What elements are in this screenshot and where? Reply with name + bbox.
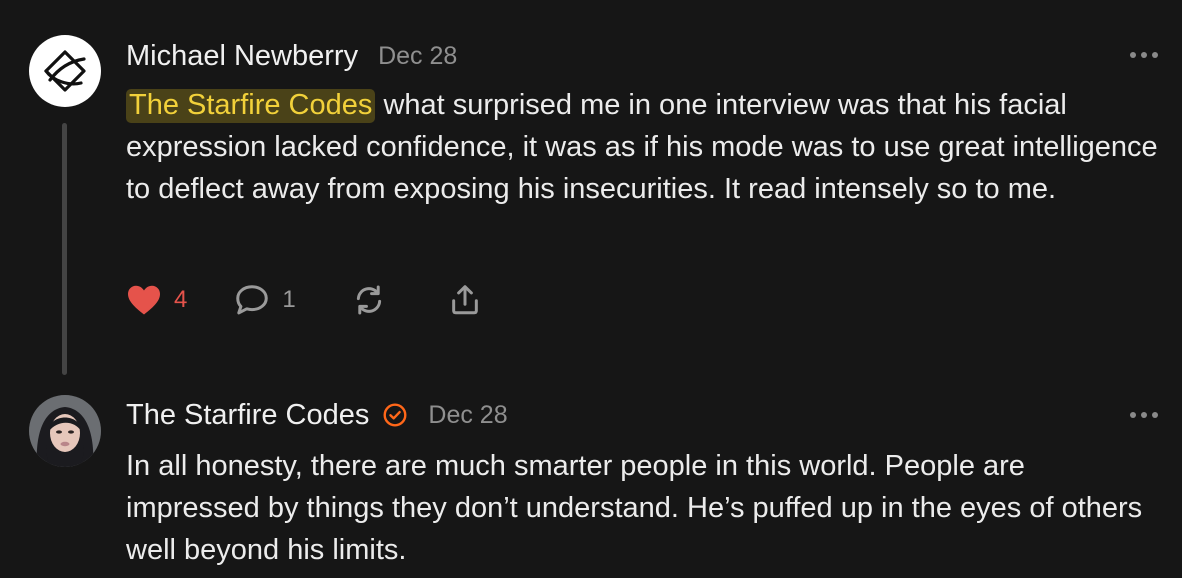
more-options-button[interactable] (1130, 50, 1158, 60)
comment-item: The Starfire Codes Dec 28 In all honesty… (0, 395, 1182, 578)
comment-date[interactable]: Dec 28 (378, 42, 457, 71)
comment-body: The Starfire Codes what surprised me in … (126, 84, 1166, 210)
reply-button[interactable]: 1 (234, 281, 296, 319)
like-button[interactable]: 4 (126, 281, 187, 319)
comment-bubble-icon (236, 285, 269, 315)
abstract-logo-icon (44, 50, 86, 92)
profile-photo (29, 395, 101, 467)
comment-actions: 4 1 (126, 281, 482, 319)
more-options-icon (1130, 52, 1136, 58)
user-mention[interactable]: The Starfire Codes (126, 89, 376, 123)
share-icon (451, 285, 478, 315)
comment-header: Michael Newberry Dec 28 (126, 38, 457, 74)
comment-date[interactable]: Dec 28 (428, 401, 507, 430)
reply-count: 1 (282, 286, 296, 313)
author-name[interactable]: Michael Newberry (126, 40, 358, 73)
restack-icon (356, 285, 381, 315)
more-options-button[interactable] (1130, 410, 1158, 420)
share-button[interactable] (448, 281, 482, 319)
comment-body: In all honesty, there are much smarter p… (126, 445, 1166, 571)
verified-check-icon (383, 403, 407, 427)
more-options-icon (1130, 412, 1136, 418)
comment-item: Michael Newberry Dec 28 The Starfire Cod… (0, 0, 1182, 395)
avatar[interactable] (29, 395, 101, 467)
avatar[interactable] (29, 35, 101, 107)
author-name[interactable]: The Starfire Codes (126, 399, 369, 432)
restack-button[interactable] (352, 281, 386, 319)
comment-text: In all honesty, there are much smarter p… (126, 450, 1143, 566)
comment-header: The Starfire Codes Dec 28 (126, 397, 508, 433)
thread-line (62, 123, 67, 375)
like-count: 4 (174, 286, 188, 313)
heart-icon (128, 285, 160, 315)
